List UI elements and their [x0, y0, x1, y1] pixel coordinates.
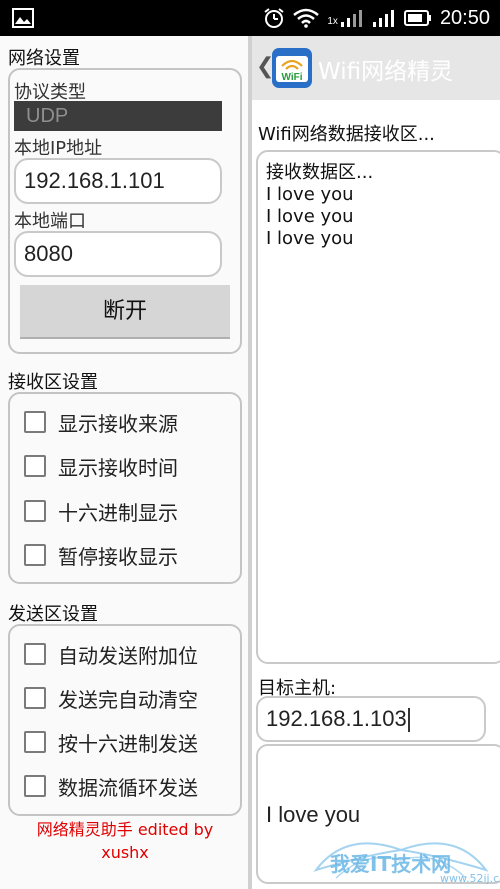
receive-data-area[interactable]: 接收数据区... I love you I love you I love yo…: [256, 150, 500, 664]
text-cursor: [407, 708, 410, 733]
receive-line: I love you: [266, 184, 354, 205]
action-bar: ❮ WiFi Wifi网络精灵: [252, 36, 500, 100]
app-title: Wifi网络精灵: [318, 59, 454, 85]
alarm-icon: [264, 8, 284, 28]
checkbox-unchecked[interactable]: [24, 411, 46, 433]
status-bar: 1x 20:50: [0, 0, 500, 36]
target-host-value: 192.168.1.103: [266, 706, 407, 731]
credits-line: 网络精灵助手 edited by: [36, 820, 214, 839]
image-icon: [12, 8, 34, 28]
checkbox-unchecked[interactable]: [24, 455, 46, 477]
checkbox-label: 数据流循环发送: [58, 775, 198, 800]
checkbox-label: 显示接收来源: [58, 411, 178, 436]
local-port-label: 本地端口: [14, 211, 86, 232]
receive-area-header: Wifi网络数据接收区...: [258, 124, 435, 145]
checkbox-label: 显示接收时间: [58, 455, 178, 480]
checkbox-unchecked[interactable]: [24, 643, 46, 665]
show-time-checkbox[interactable]: 显示接收时间: [24, 451, 178, 481]
app-logo-inner: WiFi: [276, 56, 308, 83]
hex-send-checkbox[interactable]: 按十六进制发送: [24, 727, 198, 757]
watermark-text: 我爱IT技术网: [330, 852, 452, 876]
network-type-label: 1x: [327, 15, 338, 27]
checkbox-unchecked[interactable]: [24, 544, 46, 566]
battery-icon: [403, 10, 431, 26]
checkbox-label: 按十六进制发送: [58, 731, 198, 756]
clock-time: 20:50: [439, 6, 490, 29]
checkbox-unchecked[interactable]: [24, 500, 46, 522]
target-host-input[interactable]: 192.168.1.103: [256, 696, 486, 742]
checkbox-unchecked[interactable]: [24, 687, 46, 709]
network-settings-title: 网络设置: [8, 48, 80, 69]
app-logo-icon[interactable]: WiFi: [272, 48, 312, 88]
disconnect-button[interactable]: 断开: [20, 285, 230, 339]
auto-append-checkbox[interactable]: 自动发送附加位: [24, 639, 198, 669]
checkbox-label: 自动发送附加位: [58, 643, 198, 668]
protocol-select[interactable]: UDP: [14, 101, 222, 131]
receive-line: 接收数据区...: [266, 162, 374, 183]
receive-line: I love you: [266, 206, 354, 227]
show-source-checkbox[interactable]: 显示接收来源: [24, 407, 178, 437]
wifi-icon: [293, 8, 320, 28]
receive-settings-title: 接收区设置: [8, 372, 98, 393]
loop-send-checkbox[interactable]: 数据流循环发送: [24, 771, 198, 801]
receive-line: I love you: [266, 228, 354, 249]
checkbox-unchecked[interactable]: [24, 775, 46, 797]
checkbox-unchecked[interactable]: [24, 731, 46, 753]
send-text: I love you: [266, 802, 361, 827]
send-settings-title: 发送区设置: [8, 604, 98, 625]
local-port-input[interactable]: 8080: [14, 231, 222, 277]
watermark-url: www.52ij.com: [440, 872, 500, 885]
checkbox-label: 十六进制显示: [58, 500, 178, 525]
checkbox-label: 暂停接收显示: [58, 544, 178, 569]
signal-icon: [340, 10, 362, 27]
local-ip-label: 本地IP地址: [14, 138, 103, 159]
credits-line: xushx: [101, 843, 149, 862]
signal-icon: [372, 10, 394, 27]
app-logo-text: WiFi: [281, 72, 302, 82]
pause-display-checkbox[interactable]: 暂停接收显示: [24, 540, 178, 570]
credits-footer: 网络精灵助手 edited by xushx: [0, 818, 250, 864]
checkbox-label: 发送完自动清空: [58, 687, 198, 712]
local-ip-input[interactable]: 192.168.1.101: [14, 158, 222, 204]
hex-display-checkbox[interactable]: 十六进制显示: [24, 496, 178, 526]
auto-clear-checkbox[interactable]: 发送完自动清空: [24, 683, 198, 713]
wifi-logo-icon: WiFi: [281, 59, 303, 83]
